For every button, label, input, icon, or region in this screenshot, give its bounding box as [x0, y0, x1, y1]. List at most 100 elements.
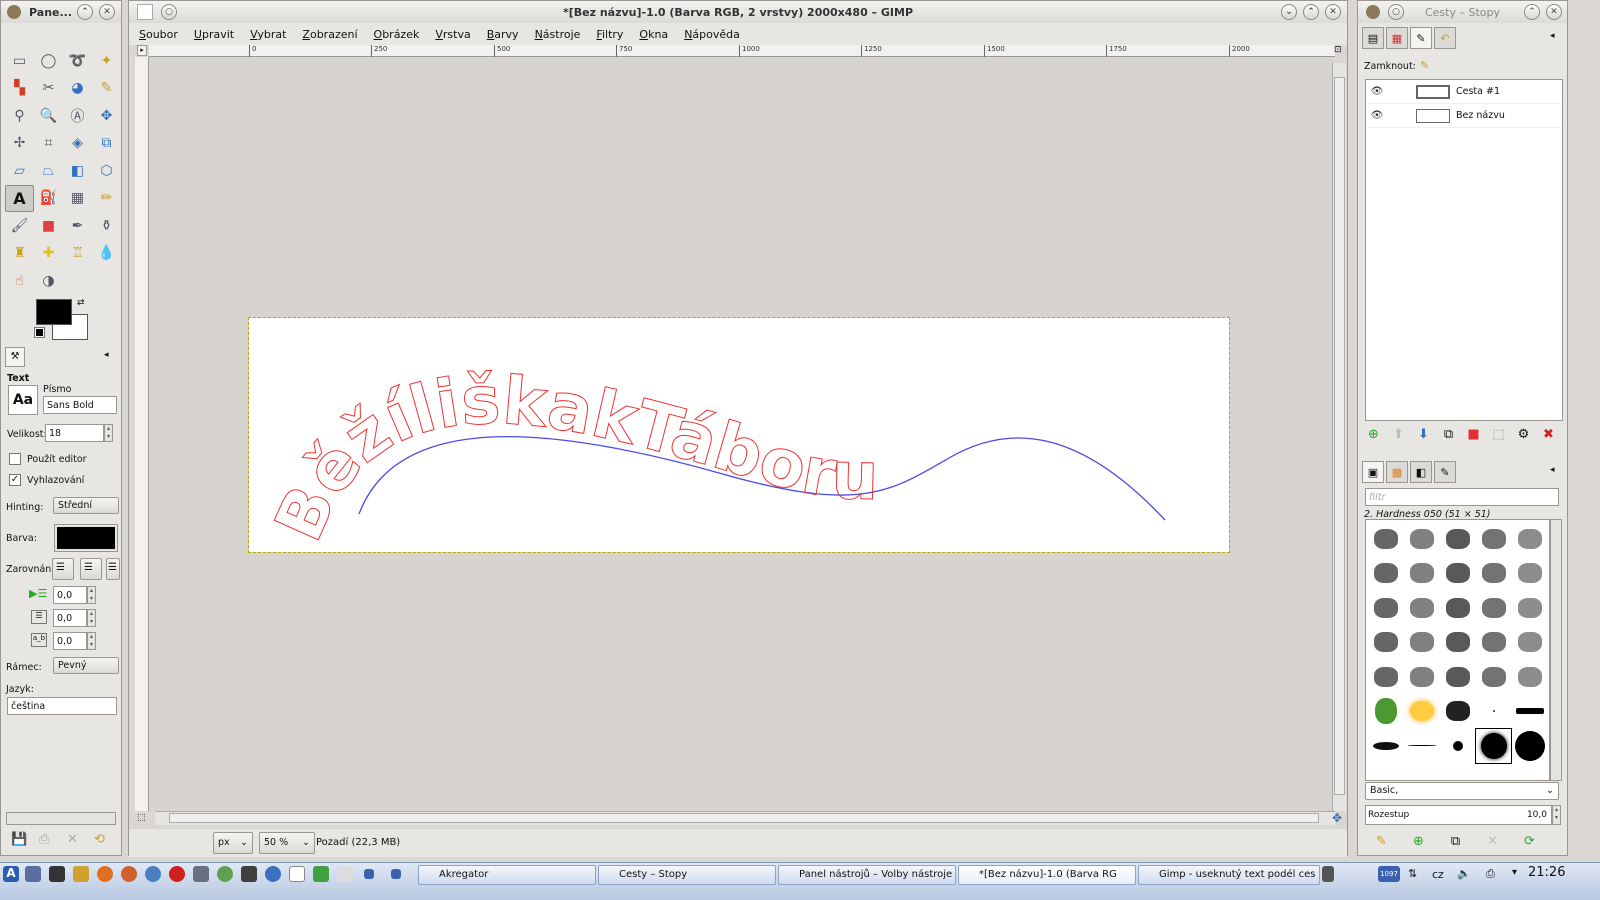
navigate-icon[interactable]: ⊡: [1334, 45, 1342, 55]
save-options-icon[interactable]: 💾: [11, 832, 27, 847]
patterns-tab-icon[interactable]: ▩: [1386, 461, 1408, 483]
brush-thumbnail[interactable]: [1476, 557, 1511, 591]
brush-thumbnail[interactable]: [1475, 728, 1512, 764]
paths-tab-icon[interactable]: ✎: [1410, 27, 1432, 49]
dock-titlebar[interactable]: ○ Cesty – Stopy ⌃ ✕: [1358, 1, 1567, 23]
brush-thumbnail[interactable]: [1368, 660, 1403, 694]
brush-thumbnail[interactable]: [1404, 557, 1439, 591]
app-icon[interactable]: [364, 869, 374, 879]
close-button[interactable]: ✕: [1325, 4, 1341, 20]
unit-select[interactable]: px ⌄: [213, 832, 253, 854]
menu-help[interactable]: Nápověda: [684, 28, 740, 41]
justify-center-button[interactable]: ☰: [106, 558, 120, 580]
brush-thumbnail[interactable]: [1368, 522, 1403, 556]
shade-button[interactable]: ○: [1388, 4, 1404, 20]
updates-badge-icon[interactable]: 1097: [1378, 866, 1400, 882]
language-input[interactable]: čeština: [7, 697, 117, 715]
spreadsheet-icon[interactable]: [313, 866, 329, 882]
shade-button[interactable]: ○: [161, 4, 177, 20]
use-editor-checkbox[interactable]: [9, 453, 21, 465]
foreground-color-swatch[interactable]: [36, 299, 72, 325]
letter-spacing-input[interactable]: 0,0: [53, 632, 87, 650]
airbrush-icon[interactable]: ✒: [63, 212, 92, 240]
browser-icon[interactable]: [121, 866, 137, 882]
duplicate-path-icon[interactable]: ⧉: [1439, 425, 1458, 444]
tool-options-tab-icon[interactable]: ⚒: [5, 347, 25, 367]
brush-thumbnail[interactable]: [1368, 729, 1403, 763]
brush-thumbnail[interactable]: [1368, 626, 1403, 660]
canvas-area[interactable]: BěžíliškakTáboru: [149, 57, 1333, 811]
minimize-button[interactable]: ⌃: [1524, 4, 1540, 20]
lower-path-icon[interactable]: ⬇: [1414, 425, 1433, 444]
clone-icon[interactable]: ♜: [5, 240, 34, 268]
shear-icon[interactable]: ▱: [5, 157, 34, 185]
flip-icon[interactable]: ◧: [63, 157, 92, 185]
indent-input[interactable]: 0,0: [53, 586, 87, 604]
justify-left-button[interactable]: ☰: [52, 558, 74, 580]
task-toolbox[interactable]: Panel nástrojů – Volby nástroje: [778, 865, 956, 885]
undo-tab-icon[interactable]: ↶: [1434, 27, 1456, 49]
brush-thumbnail[interactable]: [1440, 729, 1475, 763]
panel-menu-icon[interactable]: ◂: [104, 350, 109, 360]
minimize-button[interactable]: ⌄: [1281, 4, 1297, 20]
brushes-tab-icon[interactable]: ▣: [1362, 461, 1384, 483]
gradients-tab-icon[interactable]: ◧: [1410, 461, 1432, 483]
menu-filters[interactable]: Filtry: [596, 28, 623, 41]
refresh-brushes-icon[interactable]: ⟳: [1520, 832, 1539, 851]
task-akregator[interactable]: Akregator: [418, 865, 596, 885]
eraser-icon[interactable]: ■: [34, 212, 63, 240]
letter-spacing-spinner[interactable]: ▴ ▾: [87, 632, 96, 650]
task-opera[interactable]: Gimp - useknutý text podél ces: [1138, 865, 1320, 885]
delete-path-icon[interactable]: ✖: [1539, 425, 1558, 444]
font-input[interactable]: Sans Bold: [43, 396, 117, 414]
app-icon[interactable]: [241, 866, 257, 882]
brush-thumbnail[interactable]: [1512, 729, 1547, 763]
line-spacing-spinner[interactable]: ▴ ▾: [87, 609, 96, 627]
free-select-icon[interactable]: ➰: [63, 47, 92, 75]
brush-thumbnail[interactable]: [1368, 591, 1403, 625]
blur-icon[interactable]: 💧: [92, 240, 121, 268]
menu-colors[interactable]: Barvy: [487, 28, 519, 41]
lock-position-icon[interactable]: ✎: [1420, 59, 1429, 72]
menu-edit[interactable]: Upravit: [194, 28, 234, 41]
path-row[interactable]: 👁 Bez názvu: [1366, 104, 1562, 128]
app-icon[interactable]: [289, 866, 305, 882]
brush-thumbnail[interactable]: [1512, 557, 1547, 591]
reset-options-icon[interactable]: ⟲: [94, 832, 105, 847]
brush-thumbnail[interactable]: [1512, 591, 1547, 625]
printer-icon[interactable]: ⎙: [1486, 867, 1495, 881]
paintbrush-icon[interactable]: 🖌: [5, 212, 34, 240]
app-icon[interactable]: [337, 866, 353, 882]
start-menu-icon[interactable]: A: [3, 866, 19, 882]
brush-thumbnail[interactable]: [1512, 695, 1547, 729]
ellipse-select-icon[interactable]: ◯: [34, 47, 63, 75]
align-icon[interactable]: ✢: [5, 130, 34, 158]
app-icon[interactable]: [391, 869, 401, 879]
image-canvas[interactable]: BěžíliškakTáboru: [248, 317, 1230, 553]
quick-mask-icon[interactable]: ⬚: [137, 813, 146, 823]
font-preview-button[interactable]: Aa: [8, 385, 38, 415]
spacing-spinner[interactable]: ▴ ▾: [1552, 805, 1561, 825]
brush-thumbnail[interactable]: [1368, 557, 1403, 591]
perspective-clone-icon[interactable]: ♖: [63, 240, 92, 268]
minimize-button[interactable]: ⌃: [77, 4, 93, 20]
terminal-icon[interactable]: [49, 866, 65, 882]
path-to-selection-icon[interactable]: ■: [1464, 425, 1483, 444]
menu-tools[interactable]: Nástroje: [535, 28, 581, 41]
maximize-button[interactable]: ⌃: [1303, 4, 1319, 20]
menu-windows[interactable]: Okna: [639, 28, 668, 41]
app-launcher-icon[interactable]: [25, 866, 41, 882]
brush-thumbnail[interactable]: [1440, 695, 1475, 729]
window-menu-icon[interactable]: [137, 4, 153, 20]
brush-thumbnail[interactable]: [1476, 695, 1511, 729]
close-button[interactable]: ✕: [1546, 4, 1562, 20]
filemanager-icon[interactable]: [73, 866, 89, 882]
app-icon[interactable]: [217, 866, 233, 882]
brush-thumbnail[interactable]: [1476, 626, 1511, 660]
image-titlebar[interactable]: ○ *[Bez názvu]-1.0 (Barva RGB, 2 vrstvy)…: [129, 1, 1347, 23]
scroll-thumb[interactable]: [169, 813, 1319, 823]
color-select-icon[interactable]: ▚: [5, 75, 34, 103]
brush-thumbnail[interactable]: [1404, 626, 1439, 660]
zoom-select[interactable]: 50 % ⌄: [259, 832, 315, 854]
fuzzy-select-icon[interactable]: ✦: [92, 47, 121, 75]
